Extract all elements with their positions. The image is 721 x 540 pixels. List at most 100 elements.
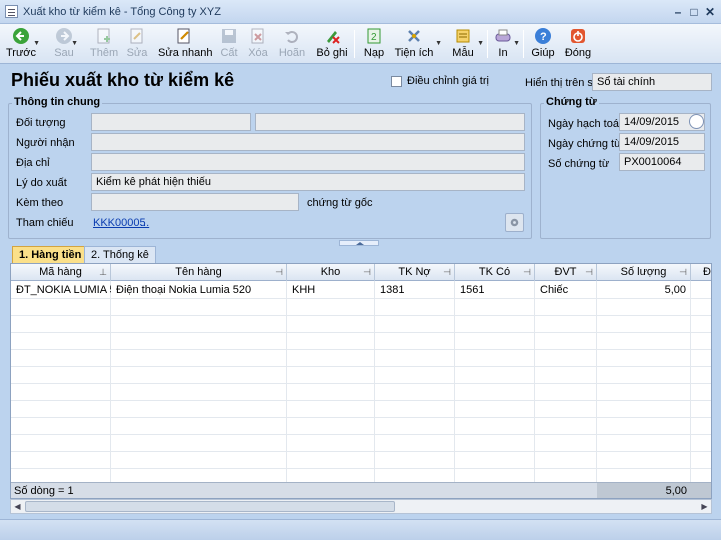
ngay-chung-tu-input[interactable]: 14/09/2015 xyxy=(619,133,705,151)
pin-icon[interactable]: ⊣ xyxy=(275,264,283,280)
pin-icon[interactable]: ⊣ xyxy=(443,264,451,280)
help-button[interactable]: ? Giúp xyxy=(530,26,556,62)
tab-hang-tien[interactable]: 1. Hàng tiền xyxy=(12,246,89,264)
window-title: Xuất kho từ kiểm kê - Tổng Công ty XYZ xyxy=(23,6,221,18)
calendar-icon[interactable] xyxy=(689,114,704,129)
column-header-tk-no[interactable]: TK Nợ ⊣ xyxy=(375,264,455,281)
add-button[interactable]: Thêm xyxy=(90,26,118,62)
chevron-down-icon[interactable]: ▼ xyxy=(513,40,520,47)
column-header-kho[interactable]: Kho ⊣ xyxy=(287,264,375,281)
reload-icon: 2 xyxy=(367,28,381,44)
title-bar: Xuất kho từ kiểm kê - Tổng Công ty XYZ –… xyxy=(0,0,721,24)
cell-ma-hang[interactable]: ĐT_NOKIA LUMIA 52 xyxy=(13,283,111,299)
svg-text:2: 2 xyxy=(371,32,377,43)
dia-chi-label: Địa chỉ xyxy=(16,157,50,169)
scrollbar-thumb[interactable] xyxy=(25,501,395,512)
toolbar-separator xyxy=(354,30,355,58)
maximize-button[interactable]: □ xyxy=(686,4,702,20)
delete-icon xyxy=(251,28,264,44)
chevron-down-icon[interactable]: ▼ xyxy=(435,40,442,47)
kem-theo-input[interactable] xyxy=(91,193,299,211)
dia-chi-input[interactable] xyxy=(91,153,525,171)
grid-row-line xyxy=(11,417,711,418)
next-button[interactable]: Sau ▼ xyxy=(52,26,78,62)
save-button[interactable]: Cất xyxy=(218,26,240,62)
scroll-right-icon[interactable]: ▶ xyxy=(698,500,711,513)
pin-icon[interactable]: ⊣ xyxy=(363,264,371,280)
checkbox-box[interactable] xyxy=(391,75,402,87)
chevron-down-icon[interactable]: ▼ xyxy=(477,40,484,47)
tham-chieu-link[interactable]: KKK00005 xyxy=(93,217,146,229)
ly-do-input[interactable]: Kiểm kê phát hiện thiếu xyxy=(91,173,525,191)
chevron-down-icon[interactable]: ▼ xyxy=(71,40,78,47)
cell-kho[interactable]: KHH xyxy=(289,283,318,299)
delete-button[interactable]: Xóa xyxy=(246,26,270,62)
pin-icon[interactable]: ⊥ xyxy=(99,264,107,280)
grid-row-line xyxy=(11,434,711,435)
save-icon xyxy=(222,29,236,43)
svg-text:?: ? xyxy=(540,31,547,43)
back-button[interactable]: Trước ▼ xyxy=(4,26,40,62)
attachment-button[interactable] xyxy=(505,213,524,232)
quick-edit-button[interactable]: Sửa nhanh xyxy=(158,26,212,62)
cell-tk-no[interactable]: 1381 xyxy=(377,283,407,299)
scroll-left-icon[interactable]: ◀ xyxy=(11,500,24,513)
pin-icon[interactable]: ⊣ xyxy=(585,264,593,280)
horizontal-scrollbar[interactable]: ◀ ▶ xyxy=(10,499,712,514)
tab-thong-ke[interactable]: 2. Thống kê xyxy=(84,246,156,264)
grid-row-line xyxy=(11,366,711,367)
template-button[interactable]: Mẫu ▼ xyxy=(450,26,484,62)
undo-icon xyxy=(285,31,298,43)
utilities-icon xyxy=(408,30,420,42)
settings-icon xyxy=(510,218,519,227)
close-window-button[interactable]: ✕ xyxy=(702,4,718,20)
so-chung-tu-input[interactable]: PX0010064 xyxy=(619,153,705,171)
collapse-splitter[interactable] xyxy=(339,240,379,246)
minimize-button[interactable]: – xyxy=(670,4,686,20)
tham-chieu-more-link[interactable]: ... xyxy=(140,217,149,229)
chevron-down-icon[interactable]: ▼ xyxy=(33,40,40,47)
column-header-don-gia[interactable]: Đ xyxy=(691,264,711,281)
tham-chieu-label: Tham chiếu xyxy=(16,217,74,229)
template-icon xyxy=(456,29,470,43)
column-header-tk-co[interactable]: TK Có ⊣ xyxy=(455,264,535,281)
cell-tk-co[interactable]: 1561 xyxy=(457,283,487,299)
nguoi-nhan-input[interactable] xyxy=(91,133,525,151)
adjust-value-checkbox[interactable]: Điều chỉnh giá trị xyxy=(391,75,489,87)
pin-icon[interactable]: ⊣ xyxy=(679,264,687,280)
reload-button[interactable]: 2 Nạp xyxy=(362,26,386,62)
doi-tuong-code-input[interactable] xyxy=(91,113,251,131)
cell-so-luong[interactable]: 5,00 xyxy=(597,283,689,299)
detail-grid: Mã hàng ⊥ Tên hàng ⊣ Kho ⊣ TK Nợ ⊣ TK Có ⊣ ĐV… xyxy=(10,263,712,499)
doi-tuong-name-input[interactable] xyxy=(255,113,525,131)
edit-button[interactable]: Sửa xyxy=(126,26,148,62)
ngay-chung-tu-label: Ngày chứng từ xyxy=(548,138,622,150)
column-header-dvt[interactable]: ĐVT ⊣ xyxy=(535,264,597,281)
help-icon: ? xyxy=(535,28,551,44)
back-arrow-icon xyxy=(13,28,29,44)
pin-icon[interactable]: ⊣ xyxy=(523,264,531,280)
print-button[interactable]: In ▼ xyxy=(494,26,520,62)
utilities-button[interactable]: Tiện ích ▼ xyxy=(394,26,442,62)
page-title: Phiếu xuất kho từ kiểm kê xyxy=(11,70,235,90)
display-on-label: Hiển thị trên sổ xyxy=(525,77,599,89)
print-icon xyxy=(495,29,511,42)
grid-row-line xyxy=(11,383,711,384)
quick-edit-icon xyxy=(177,28,190,44)
column-header-ten-hang[interactable]: Tên hàng ⊣ xyxy=(111,264,287,281)
grid-row-line xyxy=(11,468,711,469)
grid-row-line xyxy=(11,400,711,401)
undo-button[interactable]: Hoãn xyxy=(278,26,306,62)
cell-dvt[interactable]: Chiếc xyxy=(537,283,571,299)
column-header-ma-hang[interactable]: Mã hàng ⊥ xyxy=(11,264,111,281)
cell-ten-hang[interactable]: Điện thoại Nokia Lumia 520 xyxy=(113,283,254,299)
status-bar xyxy=(0,519,721,540)
close-button[interactable]: Đóng xyxy=(564,26,592,62)
row-count: Số dòng = 1 xyxy=(14,485,74,497)
column-header-so-luong[interactable]: Số lượng ⊣ xyxy=(597,264,691,281)
display-on-select[interactable]: Sổ tài chính xyxy=(592,73,712,91)
add-document-icon xyxy=(97,28,110,44)
unpost-button[interactable]: Bỏ ghi xyxy=(316,26,348,62)
grid-row-line xyxy=(11,349,711,350)
grid-footer: Số dòng = 1 5,00 xyxy=(11,482,711,498)
